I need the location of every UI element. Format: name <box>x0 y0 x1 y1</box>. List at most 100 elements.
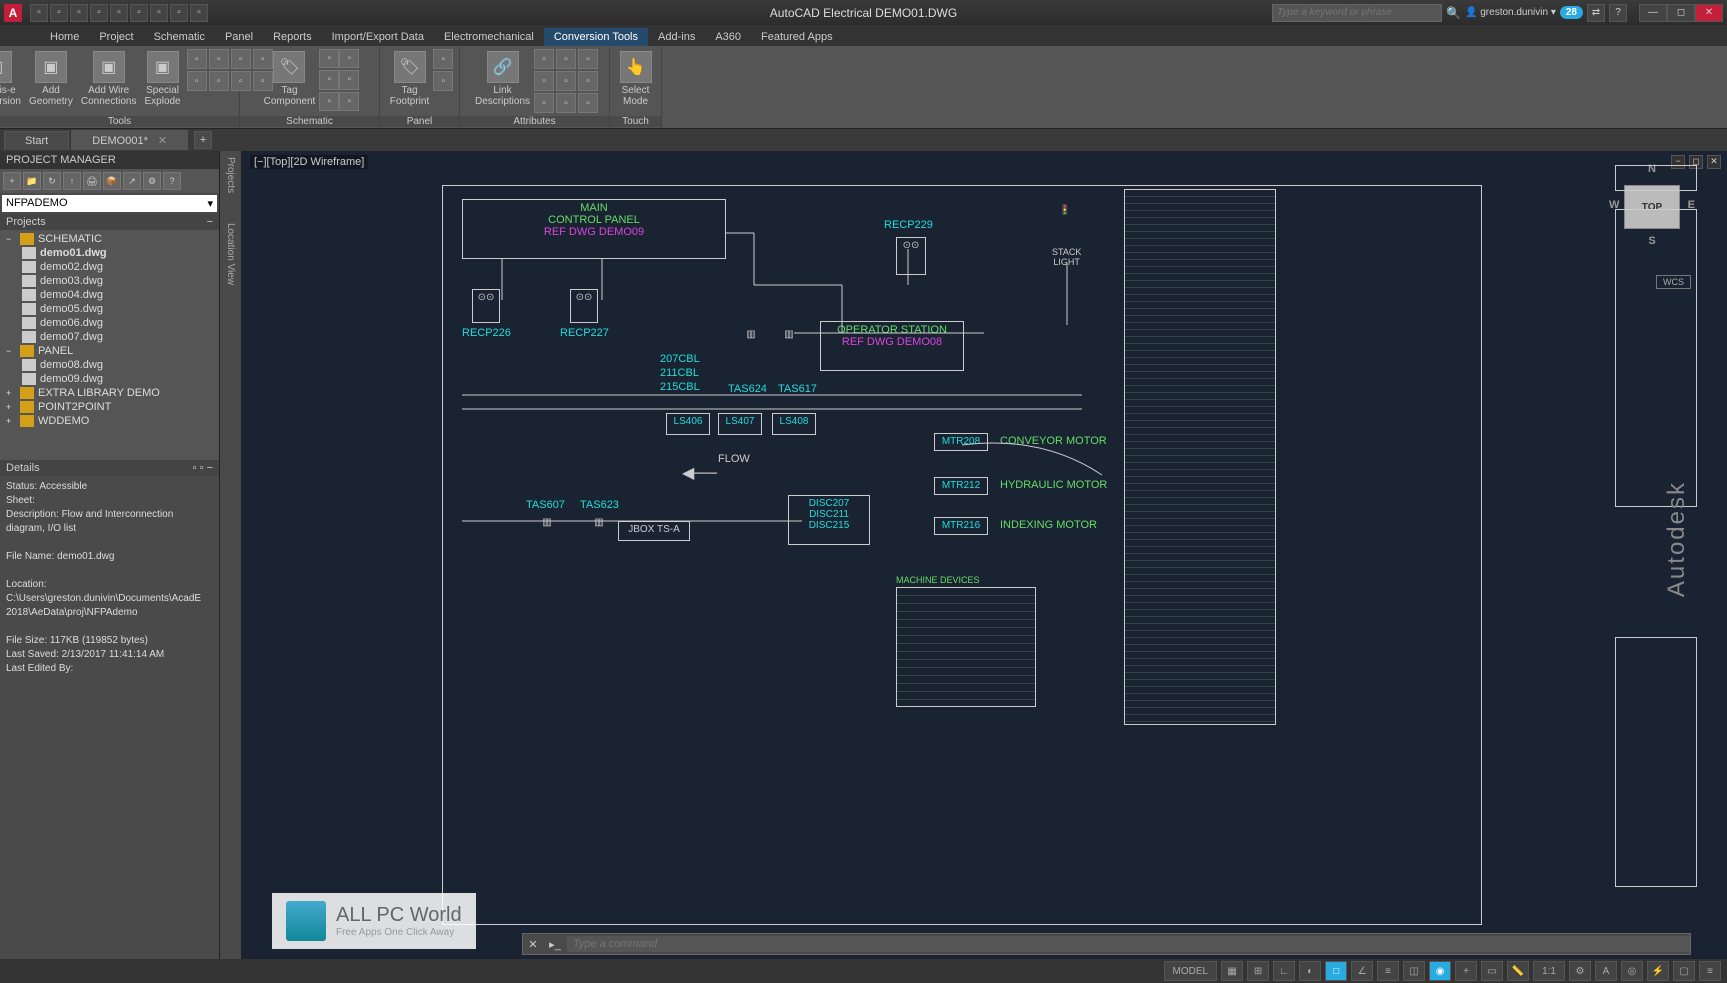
schem-small-3[interactable]: ▫ <box>319 92 339 111</box>
anno-scale[interactable]: 1:1 <box>1533 961 1565 981</box>
qat-open-icon[interactable]: ▫ <box>50 4 68 22</box>
ribbon-tab-featured-apps[interactable]: Featured Apps <box>751 28 843 46</box>
qat-more-icon[interactable]: ▫ <box>190 4 208 22</box>
lineweight-icon[interactable]: ≡ <box>1377 961 1399 981</box>
ribbon-tab-import-export-data[interactable]: Import/Export Data <box>322 28 434 46</box>
project-selector[interactable]: NFPADEMO▾ <box>2 195 217 212</box>
ribbon-tab-add-ins[interactable]: Add-ins <box>648 28 705 46</box>
close-button[interactable]: ✕ <box>1695 4 1723 22</box>
qat-new-icon[interactable]: ▫ <box>30 4 48 22</box>
attr-s3[interactable]: ▫ <box>578 49 598 69</box>
tree-item-panel[interactable]: −PANEL <box>2 344 217 358</box>
tree-toggle-icon[interactable]: + <box>6 388 16 398</box>
ribbon-tab-home[interactable]: Home <box>40 28 89 46</box>
hardware-accel-icon[interactable]: ⚡ <box>1647 961 1669 981</box>
tool-small-1[interactable]: ▫ <box>187 49 207 69</box>
customize-icon[interactable]: ≡ <box>1699 961 1721 981</box>
tree-item-point2point[interactable]: +POINT2POINT <box>2 400 217 414</box>
tree-item-demo04-dwg[interactable]: demo04.dwg <box>2 288 217 302</box>
search-input[interactable] <box>1272 4 1442 22</box>
exchange-icon[interactable]: ⇄ <box>1587 4 1605 22</box>
attr-s2[interactable]: ▫ <box>556 49 576 69</box>
tree-item-demo08-dwg[interactable]: demo08.dwg <box>2 358 217 372</box>
ribbon-tab-schematic[interactable]: Schematic <box>144 28 215 46</box>
special-explode-button[interactable]: ▣Special Explode <box>140 49 184 111</box>
schem-small-2[interactable]: ▫ <box>319 70 339 89</box>
polar-icon[interactable]: ◐ <box>1299 961 1321 981</box>
add-wire-connections-button[interactable]: ▣Add Wire Connections <box>77 49 141 111</box>
model-space-button[interactable]: MODEL <box>1164 961 1218 981</box>
tool-small-2[interactable]: ▫ <box>209 49 229 69</box>
transparency-icon[interactable]: ◫ <box>1403 961 1425 981</box>
attr-s9[interactable]: ▫ <box>578 93 598 113</box>
pm-up-icon[interactable]: ↑ <box>63 172 81 190</box>
pm-refresh-icon[interactable]: ↻ <box>43 172 61 190</box>
tool-small-5[interactable]: ▫ <box>187 71 207 91</box>
tree-toggle-icon[interactable]: − <box>6 234 16 244</box>
selection-cycling-icon[interactable]: ◉ <box>1429 961 1451 981</box>
snap-icon[interactable]: ⊞ <box>1247 961 1269 981</box>
ribbon-tab-electromechanical[interactable]: Electromechanical <box>434 28 544 46</box>
qat-back-icon[interactable]: ▫ <box>150 4 168 22</box>
infocenter-icon[interactable]: 🔍 <box>1446 6 1461 20</box>
schem-small-1[interactable]: ▫ <box>319 49 339 68</box>
qat-plot-icon[interactable]: ▫ <box>130 4 148 22</box>
schem-small-4[interactable]: ▫ <box>339 49 359 68</box>
user-name[interactable]: 👤 greston.dunivin ▾ <box>1465 7 1556 18</box>
clean-screen-icon[interactable]: ▢ <box>1673 961 1695 981</box>
attr-s6[interactable]: ▫ <box>578 71 598 91</box>
pm-zip-icon[interactable]: 📦 <box>103 172 121 190</box>
minimize-button[interactable]: — <box>1639 4 1667 22</box>
tag-component-button[interactable]: 🏷Tag Component <box>260 49 320 111</box>
a360-badge[interactable]: 28 <box>1560 6 1583 19</box>
panel-small-2[interactable]: ▫ <box>433 71 453 91</box>
pm-new-icon[interactable]: + <box>3 172 21 190</box>
isolate-icon[interactable]: ◎ <box>1621 961 1643 981</box>
command-input[interactable] <box>567 936 1690 952</box>
pm-open-icon[interactable]: 📁 <box>23 172 41 190</box>
panel-small-1[interactable]: ▫ <box>433 49 453 69</box>
units-icon[interactable]: 📏 <box>1507 961 1529 981</box>
grid-icon[interactable]: ▦ <box>1221 961 1243 981</box>
ortho-icon[interactable]: ∟ <box>1273 961 1295 981</box>
promis-e-conversion-button[interactable]: ▣Promis-e Conversion <box>0 49 25 111</box>
pm-settings-icon[interactable]: ⚙ <box>143 172 161 190</box>
add-geometry-button[interactable]: ▣Add Geometry <box>25 49 77 111</box>
schem-small-5[interactable]: ▫ <box>339 70 359 89</box>
qat-save-icon[interactable]: ▫ <box>70 4 88 22</box>
workspace-icon[interactable]: ⚙ <box>1569 961 1591 981</box>
tree-toggle-icon[interactable]: + <box>6 402 16 412</box>
ribbon-tab-panel[interactable]: Panel <box>215 28 263 46</box>
attr-s1[interactable]: ▫ <box>534 49 554 69</box>
projects-header[interactable]: Projects− <box>0 214 219 230</box>
tree-item-wddemo[interactable]: +WDDEMO <box>2 414 217 428</box>
tab-close-icon[interactable]: ✕ <box>158 135 167 147</box>
help-icon[interactable]: ? <box>1609 4 1627 22</box>
command-line[interactable]: ✕ ▸_ <box>522 933 1691 955</box>
link-descriptions-button[interactable]: 🔗Link Descriptions <box>471 49 534 111</box>
restore-button[interactable]: ◻ <box>1667 4 1695 22</box>
tree-item-demo06-dwg[interactable]: demo06.dwg <box>2 316 217 330</box>
doc-tab-start[interactable]: Start <box>4 131 69 150</box>
attr-s4[interactable]: ▫ <box>534 71 554 91</box>
location-view-tab[interactable]: Projects Location View <box>220 151 242 959</box>
attr-s8[interactable]: ▫ <box>556 93 576 113</box>
details-header[interactable]: Details▫ ▫ − <box>0 460 219 476</box>
drawing-canvas[interactable]: [−][Top][2D Wireframe] − ◻ ✕ NSEW TOP WC… <box>242 151 1727 959</box>
tree-item-extra-library-demo[interactable]: +EXTRA LIBRARY DEMO <box>2 386 217 400</box>
cmd-close-icon[interactable]: ✕ <box>523 938 543 951</box>
ribbon-tab-a360[interactable]: A360 <box>705 28 751 46</box>
qat-redo-icon[interactable]: ▫ <box>110 4 128 22</box>
qat-undo-icon[interactable]: ▫ <box>90 4 108 22</box>
osnap-icon[interactable]: □ <box>1325 961 1347 981</box>
quick-properties-icon[interactable]: ▭ <box>1481 961 1503 981</box>
tree-toggle-icon[interactable]: + <box>6 416 16 426</box>
doc-tab-demo001-[interactable]: DEMO001*✕ <box>71 130 188 150</box>
pm-plot-icon[interactable]: 🖨 <box>83 172 101 190</box>
ribbon-tab-conversion-tools[interactable]: Conversion Tools <box>544 28 648 46</box>
tree-item-demo05-dwg[interactable]: demo05.dwg <box>2 302 217 316</box>
tree-item-demo03-dwg[interactable]: demo03.dwg <box>2 274 217 288</box>
ribbon-tab-reports[interactable]: Reports <box>263 28 322 46</box>
ribbon-tab-project[interactable]: Project <box>89 28 143 46</box>
viewport-label[interactable]: [−][Top][2D Wireframe] <box>250 155 368 169</box>
